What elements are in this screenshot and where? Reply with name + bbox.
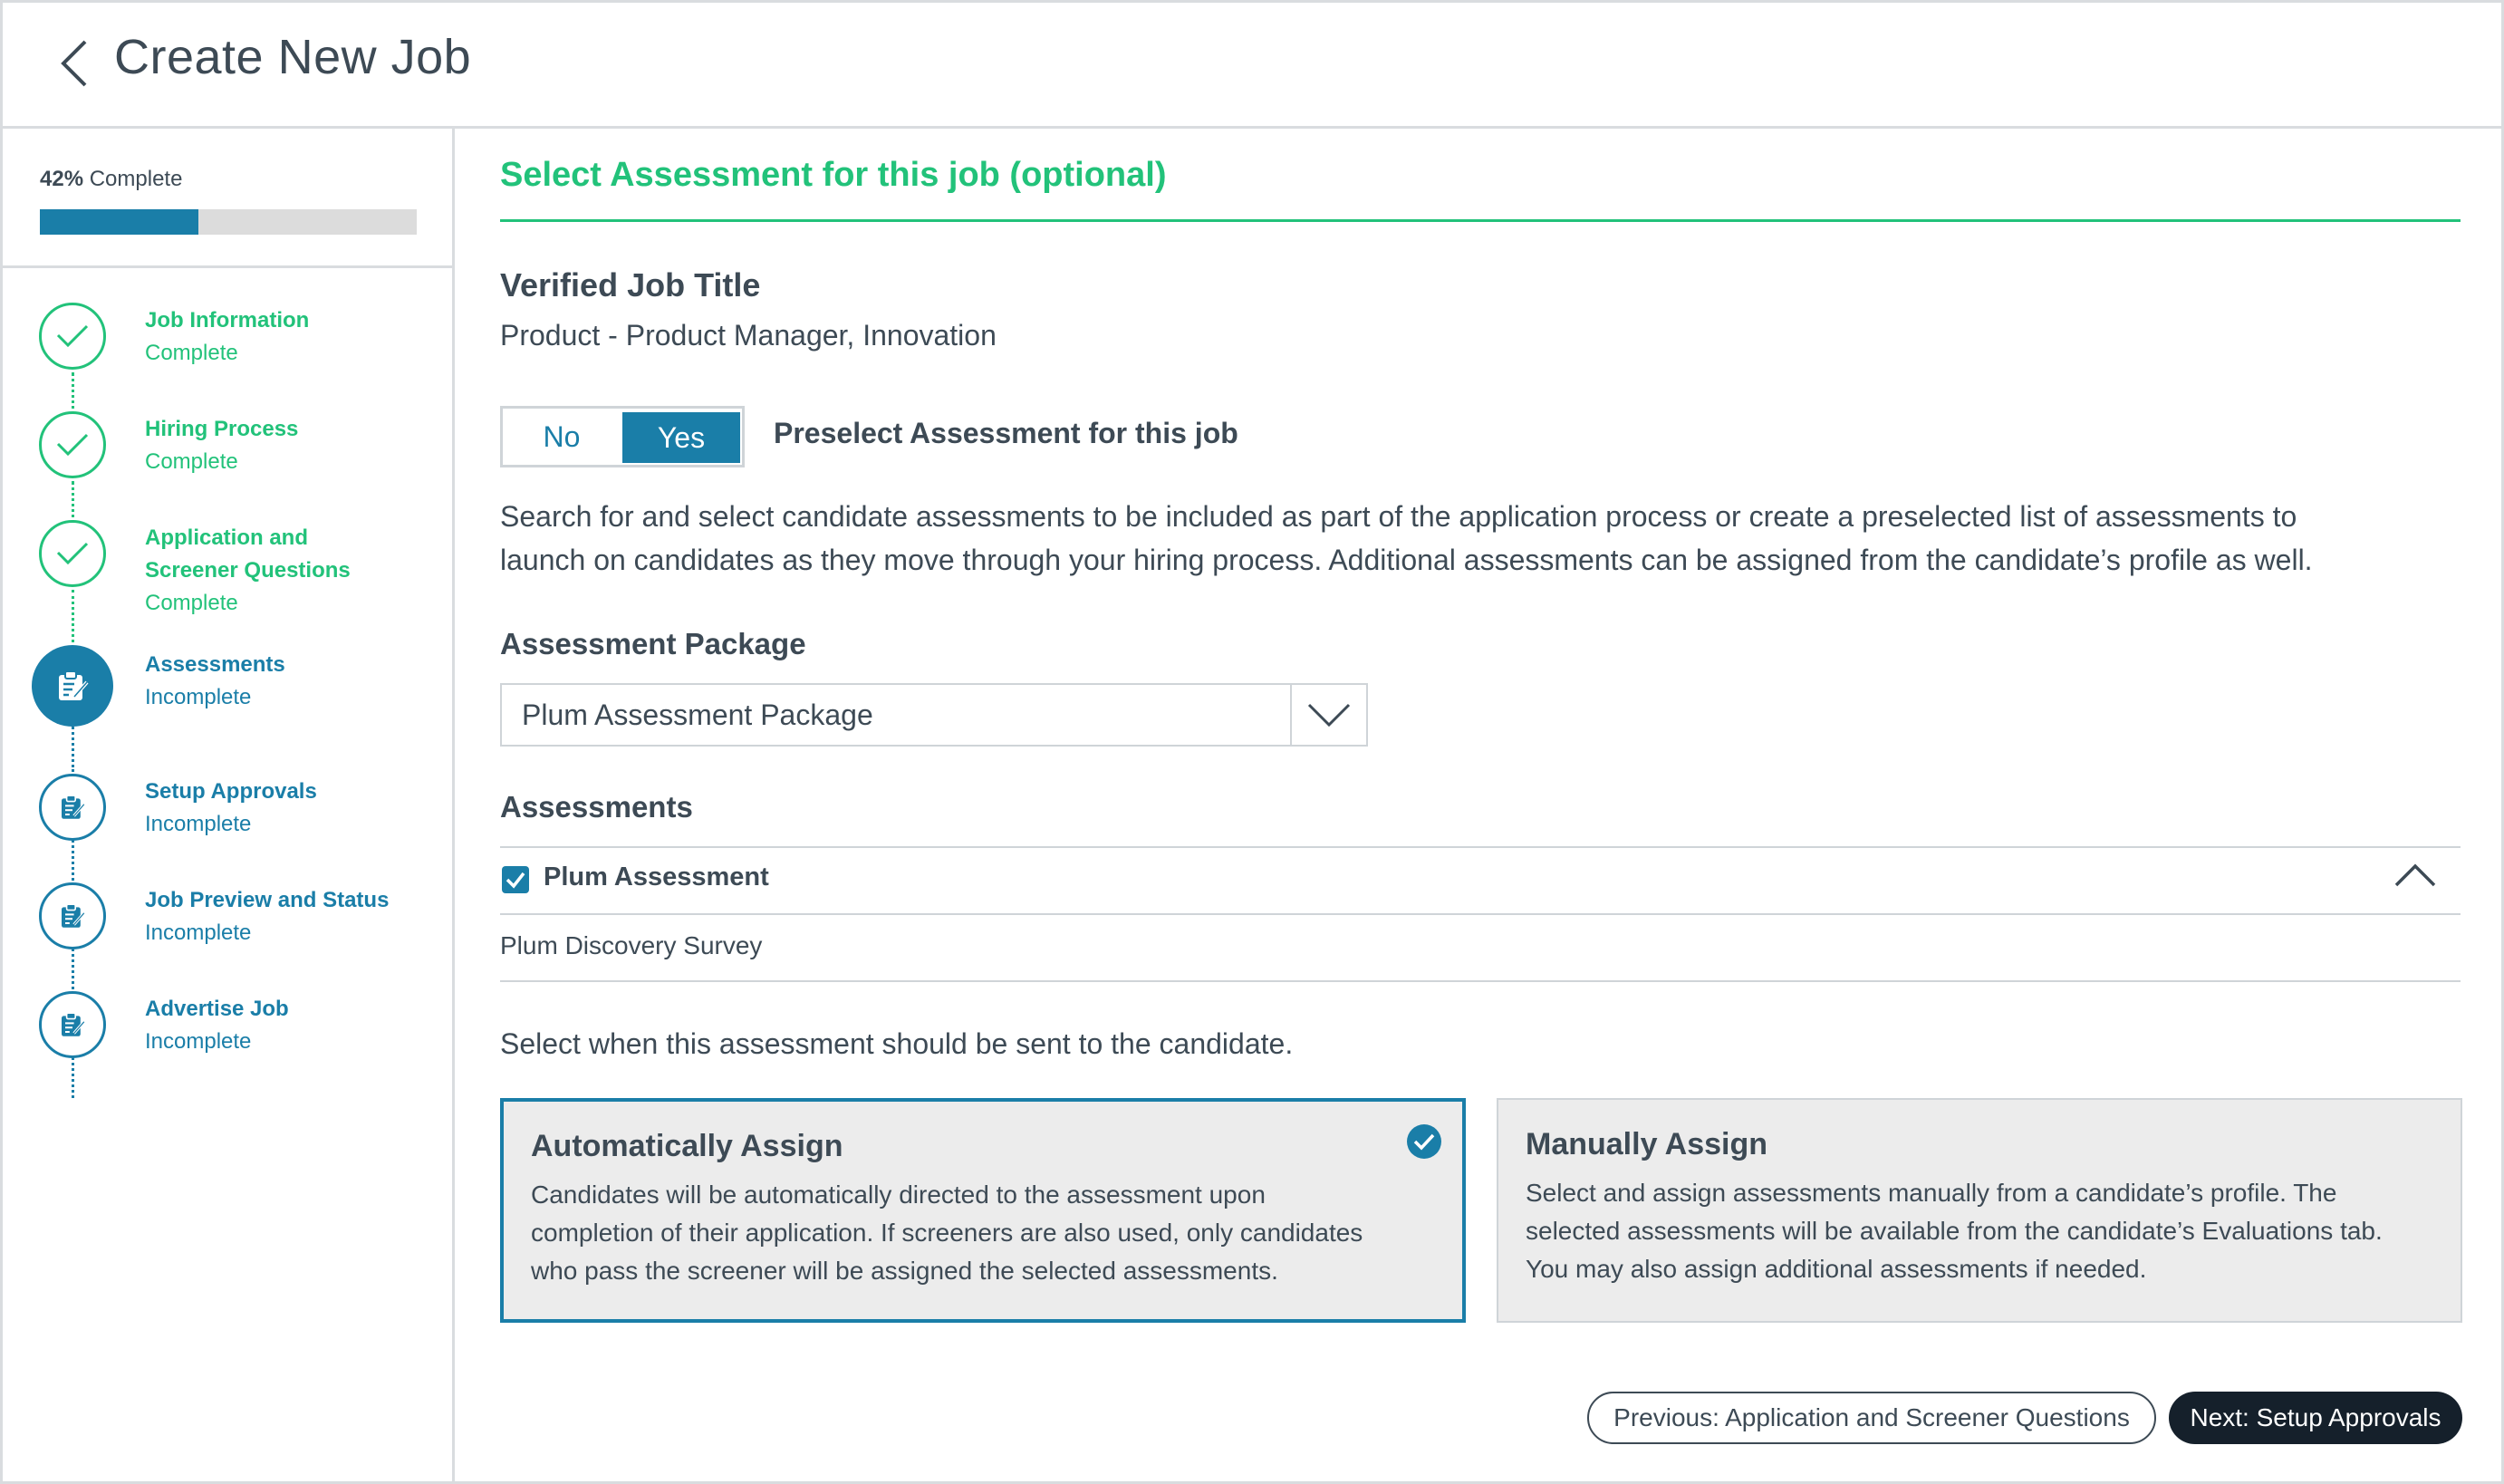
send-timing-prompt: Select when this assessment should be se…: [500, 1027, 1294, 1060]
progress-label: 42% Complete: [40, 167, 182, 192]
step-title: Advertise Job: [145, 997, 289, 1021]
selected-check-icon: [1407, 1124, 1441, 1159]
verified-job-title-value: Product - Product Manager, Innovation: [500, 319, 997, 352]
plum-assessment-name: Plum Assessment: [544, 862, 769, 891]
step-complete-circle: [39, 520, 106, 587]
checkmark-icon: [506, 872, 525, 889]
section-heading: Select Assessment for this job (optional…: [500, 156, 1167, 194]
next-button[interactable]: Next: Setup Approvals: [2169, 1392, 2462, 1444]
assessment-description: Search for and select candidate assessme…: [500, 495, 2484, 582]
step-active-circle: [32, 645, 113, 727]
card-description: Candidates will be automatically directe…: [531, 1176, 1363, 1290]
automatically-assign-card[interactable]: Automatically Assign Candidates will be …: [500, 1098, 1466, 1323]
card-description-line: selected assessments will be available f…: [1526, 1217, 2383, 1245]
card-description-line: Candidates will be automatically directe…: [531, 1180, 1266, 1209]
step-job-information[interactable]: Job Information Complete: [0, 301, 452, 391]
step-title: Job Preview and Status: [145, 888, 390, 912]
back-chevron-icon[interactable]: [56, 38, 92, 89]
assessment-package-label: Assessment Package: [500, 627, 806, 660]
plum-assessment-checkbox[interactable]: [502, 866, 529, 893]
step-title: Hiring Process: [145, 417, 299, 441]
progress-percent: 42%: [40, 167, 84, 191]
clipboard-edit-icon: [62, 1012, 86, 1036]
manually-assign-card[interactable]: Manually Assign Select and assign assess…: [1497, 1098, 2462, 1323]
toggle-no-option[interactable]: No: [503, 409, 621, 465]
check-icon: [56, 324, 89, 348]
step-job-preview-status[interactable]: Job Preview and Status Incomplete: [0, 881, 452, 971]
step-incomplete-circle: [39, 991, 106, 1058]
clipboard-edit-icon: [62, 903, 86, 928]
step-complete-circle: [39, 303, 106, 370]
preselect-label: Preselect Assessment for this job: [774, 417, 1238, 449]
progress-bar-fill: [40, 209, 198, 235]
step-setup-approvals[interactable]: Setup Approvals Incomplete: [0, 772, 452, 862]
card-title: Automatically Assign: [531, 1129, 843, 1163]
sidebar: 42% Complete Job Information Complete Hi…: [0, 129, 455, 1484]
step-status: Complete: [145, 341, 238, 365]
step-hiring-process[interactable]: Hiring Process Complete: [0, 410, 452, 500]
chevron-down-icon: [1307, 703, 1351, 728]
assessment-package-value: Plum Assessment Package: [522, 699, 873, 731]
assessment-package-select[interactable]: Plum Assessment Package: [500, 683, 1368, 747]
progress-bar: [40, 209, 417, 235]
page-header: Create New Job: [0, 0, 2504, 129]
card-description-line: Select and assign assessments manually f…: [1526, 1179, 2337, 1207]
step-advertise-job[interactable]: Advertise Job Incomplete: [0, 989, 452, 1080]
progress-suffix: Complete: [89, 167, 183, 191]
clipboard-edit-icon: [62, 795, 86, 819]
assessment-sub-item: Plum Discovery Survey: [500, 931, 763, 959]
step-status: Incomplete: [145, 1029, 252, 1054]
step-complete-circle: [39, 411, 106, 478]
assessment-row-divider: [500, 913, 2461, 915]
preselect-toggle: No Yes: [500, 406, 745, 467]
assessment-row-divider: [500, 980, 2461, 982]
description-line: Search for and select candidate assessme…: [500, 500, 2297, 533]
step-title-line1: Application and: [145, 525, 308, 550]
card-description: Select and assign assessments manually f…: [1526, 1174, 2383, 1288]
step-title: Setup Approvals: [145, 779, 317, 804]
card-title: Manually Assign: [1526, 1127, 1768, 1161]
step-status: Incomplete: [145, 812, 252, 836]
dropdown-toggle[interactable]: [1290, 685, 1366, 745]
step-application-screener[interactable]: Application and Screener Questions Compl…: [0, 518, 452, 645]
page-title: Create New Job: [114, 30, 472, 84]
step-title: Job Information: [145, 308, 310, 332]
previous-button[interactable]: Previous: Application and Screener Quest…: [1587, 1392, 2156, 1444]
step-status: Complete: [145, 449, 238, 474]
step-status: Incomplete: [145, 920, 252, 945]
assessments-label: Assessments: [500, 790, 693, 824]
verified-job-title-label: Verified Job Title: [500, 266, 761, 304]
card-description-line: completion of their application. If scre…: [531, 1219, 1363, 1247]
step-incomplete-circle: [39, 882, 106, 949]
chevron-up-icon[interactable]: [2393, 862, 2437, 888]
description-line: launch on candidates as they move throug…: [500, 544, 2313, 576]
card-description-line: You may also assign additional assessmen…: [1526, 1255, 2147, 1283]
main-content: Select Assessment for this job (optional…: [455, 129, 2504, 1484]
step-status: Incomplete: [145, 685, 252, 709]
check-icon: [56, 542, 89, 565]
assessments-divider: [500, 846, 2461, 848]
clipboard-edit-icon: [59, 670, 89, 700]
toggle-yes-option[interactable]: Yes: [622, 412, 740, 463]
section-divider: [500, 219, 2461, 222]
progress-block: 42% Complete: [0, 129, 452, 268]
card-description-line: who pass the screener will be assigned t…: [531, 1257, 1278, 1285]
step-title-line2: Screener Questions: [145, 558, 351, 583]
step-assessments[interactable]: Assessments Incomplete: [0, 645, 452, 736]
step-title: Assessments: [145, 652, 285, 677]
step-status: Complete: [145, 591, 238, 615]
step-incomplete-circle: [39, 774, 106, 841]
check-icon: [56, 433, 89, 457]
